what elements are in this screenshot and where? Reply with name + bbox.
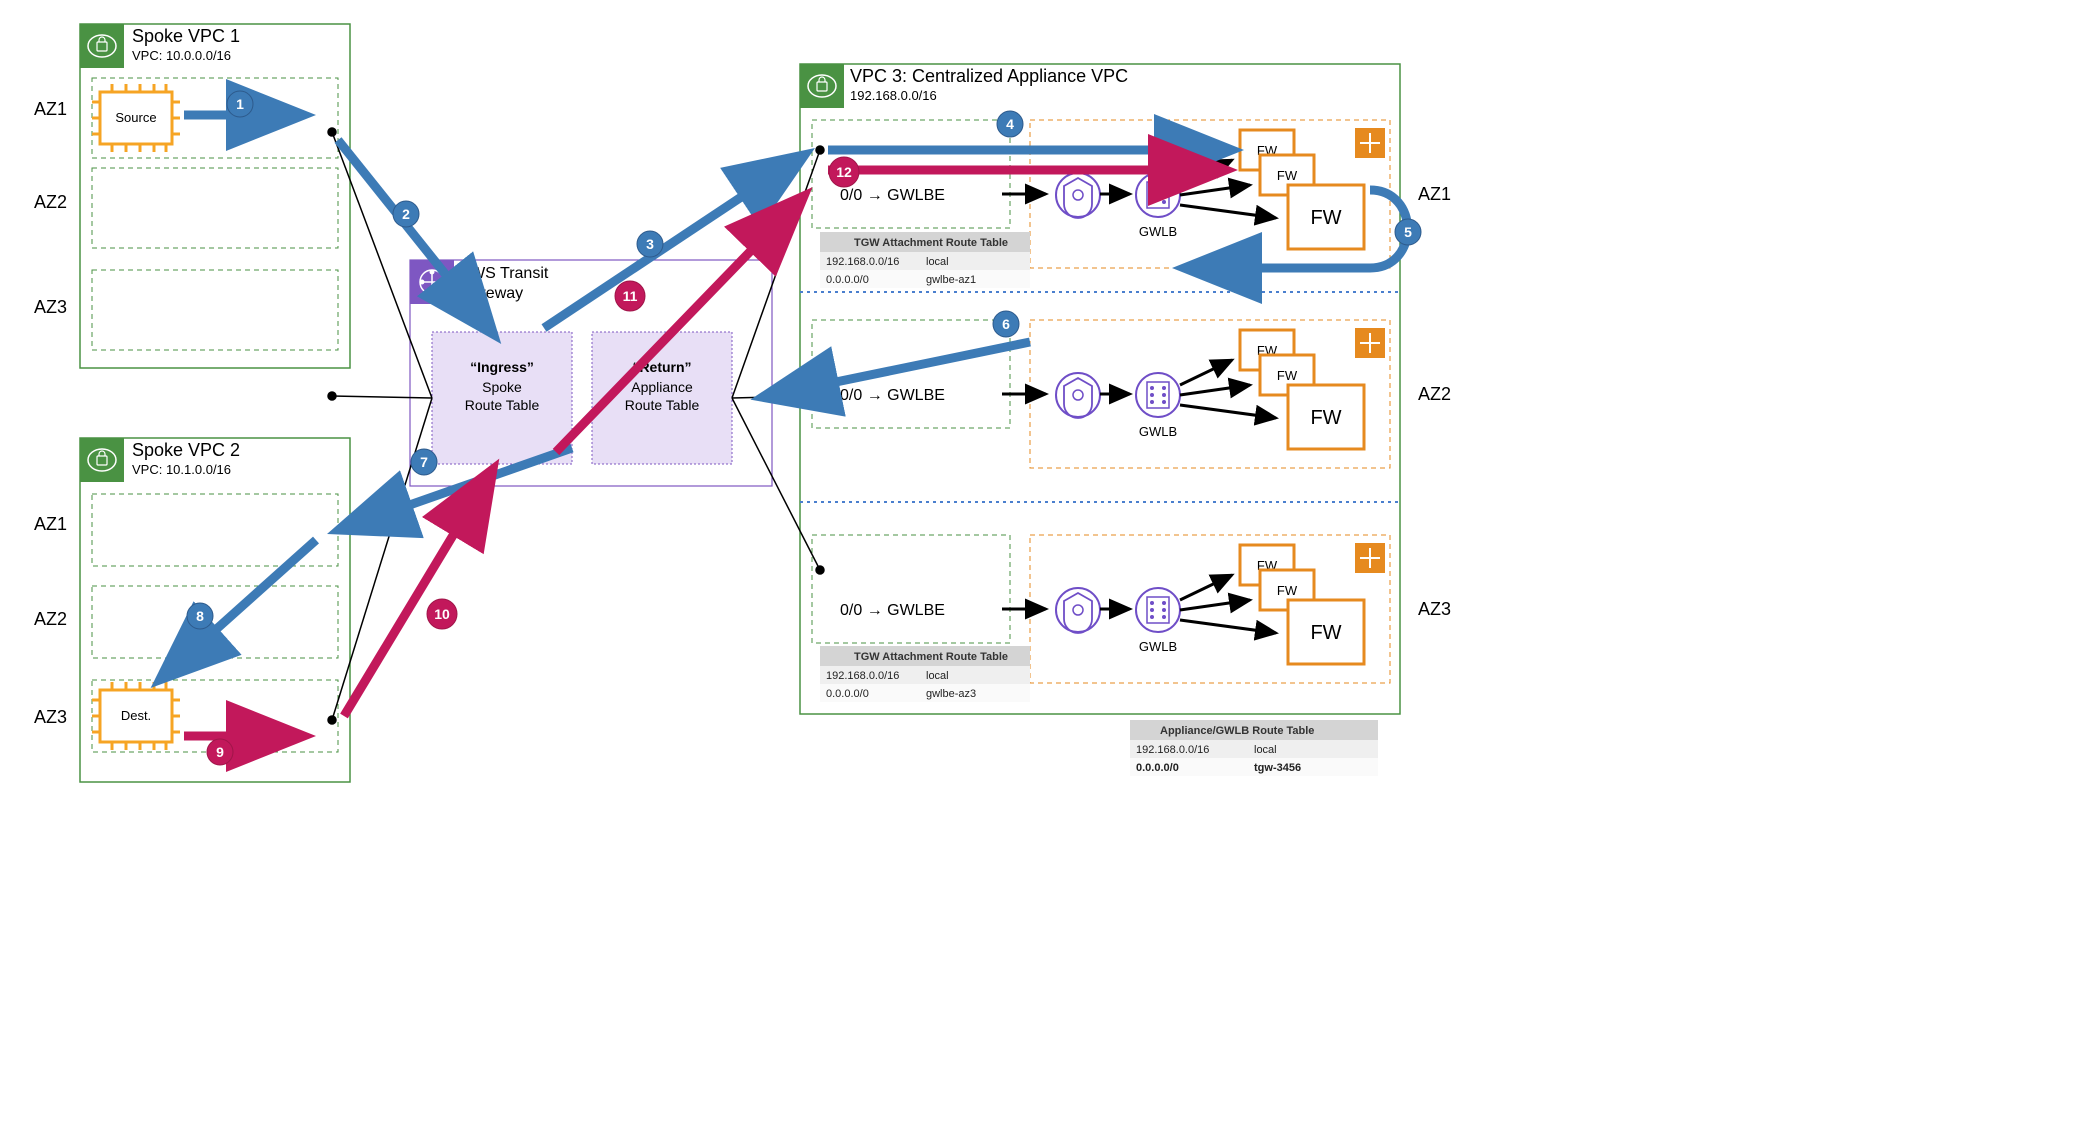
gwlb-az2-label: GWLB bbox=[1139, 424, 1177, 439]
ingress-rt-l1: “Ingress” bbox=[470, 359, 534, 375]
expand-icon bbox=[1355, 543, 1385, 573]
vpc1-box: Spoke VPC 1 VPC: 10.0.0.0/16 Source bbox=[80, 24, 350, 368]
vpc3-az2-label: AZ2 bbox=[1418, 384, 1451, 404]
svg-text:FW: FW bbox=[1310, 622, 1341, 644]
svg-text:tgw-3456: tgw-3456 bbox=[1254, 762, 1301, 774]
svg-text:FW: FW bbox=[1310, 207, 1341, 229]
source-label: Source bbox=[115, 110, 156, 125]
svg-text:TGW Attachment Route Table: TGW Attachment Route Table bbox=[854, 237, 1008, 249]
svg-text:0.0.0.0/0: 0.0.0.0/0 bbox=[826, 688, 869, 700]
ingress-rt-l2: Spoke bbox=[482, 379, 522, 395]
tgw-title-l1: AWS Transit bbox=[460, 265, 549, 282]
diagram-canvas: AZ1 AZ2 AZ3 AZ1 AZ2 AZ3 AZ1 AZ2 AZ3 Spok… bbox=[0, 0, 1500, 812]
vpc3-az3-label: AZ3 bbox=[1418, 599, 1451, 619]
vpc2-az2-label: AZ2 bbox=[34, 609, 67, 629]
rt-gwlb: Appliance/GWLB Route Table 192.168.0.0/1… bbox=[1130, 720, 1378, 776]
svg-text:192.168.0.0/16: 192.168.0.0/16 bbox=[826, 670, 899, 682]
fw-stack-az1: FW FW FW bbox=[1240, 130, 1364, 249]
svg-text:0.0.0.0/0: 0.0.0.0/0 bbox=[826, 274, 869, 286]
fw-stack-az2: FW FW FW bbox=[1240, 330, 1364, 449]
vpc1-cidr: VPC: 10.0.0.0/16 bbox=[132, 48, 231, 63]
svg-text:192.168.0.0/16: 192.168.0.0/16 bbox=[1136, 744, 1209, 756]
svg-text:gwlbe-az1: gwlbe-az1 bbox=[926, 274, 976, 286]
svg-text:1: 1 bbox=[236, 96, 244, 112]
svg-text:FW: FW bbox=[1277, 583, 1298, 598]
svg-text:0.0.0.0/0: 0.0.0.0/0 bbox=[1136, 762, 1179, 774]
svg-text:8: 8 bbox=[196, 608, 204, 624]
svg-text:local: local bbox=[926, 670, 949, 682]
rt-az1: TGW Attachment Route Table 192.168.0.0/1… bbox=[820, 232, 1030, 288]
vpc3-cidr: 192.168.0.0/16 bbox=[850, 88, 937, 103]
svg-text:FW: FW bbox=[1310, 407, 1341, 429]
svg-text:gwlbe-az3: gwlbe-az3 bbox=[926, 688, 976, 700]
dest-instance-icon: Dest. bbox=[92, 682, 180, 750]
rt-az3: TGW Attachment Route Table 192.168.0.0/1… bbox=[820, 646, 1030, 702]
vpc1-title: Spoke VPC 1 bbox=[132, 26, 240, 46]
gwlb-icon bbox=[1136, 373, 1180, 417]
route-az2: 0/0 → GWLBE bbox=[840, 387, 945, 404]
expand-icon bbox=[1355, 328, 1385, 358]
svg-text:6: 6 bbox=[1002, 316, 1010, 332]
return-rt-l2: Appliance bbox=[631, 379, 693, 395]
gwlbe-icon bbox=[1056, 173, 1100, 218]
vpc3-title: VPC 3: Centralized Appliance VPC bbox=[850, 66, 1128, 86]
gwlbe-icon bbox=[1056, 373, 1100, 418]
svg-text:FW: FW bbox=[1277, 368, 1298, 383]
expand-icon bbox=[1355, 128, 1385, 158]
vpc2-az3-label: AZ3 bbox=[34, 707, 67, 727]
gwlb-az3-label: GWLB bbox=[1139, 639, 1177, 654]
svg-text:3: 3 bbox=[646, 236, 654, 252]
svg-text:11: 11 bbox=[623, 288, 638, 304]
svg-text:Appliance/GWLB Route Table: Appliance/GWLB Route Table bbox=[1160, 725, 1314, 737]
vpc1-az1-label: AZ1 bbox=[34, 99, 67, 119]
vpc2-title: Spoke VPC 2 bbox=[132, 440, 240, 460]
vpc3-az1-label: AZ1 bbox=[1418, 184, 1451, 204]
route-az1: 0/0 → GWLBE bbox=[840, 187, 945, 204]
fw-stack-az3: FW FW FW bbox=[1240, 545, 1364, 664]
svg-text:local: local bbox=[926, 256, 949, 268]
svg-text:10: 10 bbox=[434, 606, 450, 622]
vpc1-az3-label: AZ3 bbox=[34, 297, 67, 317]
route-az3: 0/0 → GWLBE bbox=[840, 602, 945, 619]
source-instance-icon: Source bbox=[92, 84, 180, 152]
svg-text:2: 2 bbox=[402, 206, 410, 222]
return-rt-l3: Route Table bbox=[625, 397, 700, 413]
vpc2-az1-label: AZ1 bbox=[34, 514, 67, 534]
vpc2-cidr: VPC: 10.1.0.0/16 bbox=[132, 462, 231, 477]
svg-text:FW: FW bbox=[1277, 168, 1298, 183]
svg-text:5: 5 bbox=[1404, 224, 1412, 240]
svg-text:local: local bbox=[1254, 744, 1277, 756]
vpc1-az2-label: AZ2 bbox=[34, 192, 67, 212]
gwlbe-icon bbox=[1056, 588, 1100, 633]
dest-label: Dest. bbox=[121, 708, 151, 723]
svg-text:7: 7 bbox=[420, 454, 428, 470]
svg-text:9: 9 bbox=[216, 744, 224, 760]
svg-text:12: 12 bbox=[836, 164, 852, 180]
gwlb-icon bbox=[1136, 173, 1180, 217]
svg-text:192.168.0.0/16: 192.168.0.0/16 bbox=[826, 256, 899, 268]
vpc3-az2: 0/0 → GWLBE GWLB FW FW FW bbox=[812, 320, 1390, 468]
ingress-rt-l3: Route Table bbox=[465, 397, 540, 413]
vpc2-box: Spoke VPC 2 VPC: 10.1.0.0/16 Dest. bbox=[80, 438, 350, 782]
gwlb-az1-label: GWLB bbox=[1139, 224, 1177, 239]
gwlb-icon bbox=[1136, 588, 1180, 632]
svg-text:TGW Attachment Route Table: TGW Attachment Route Table bbox=[854, 651, 1008, 663]
svg-text:4: 4 bbox=[1006, 116, 1014, 132]
